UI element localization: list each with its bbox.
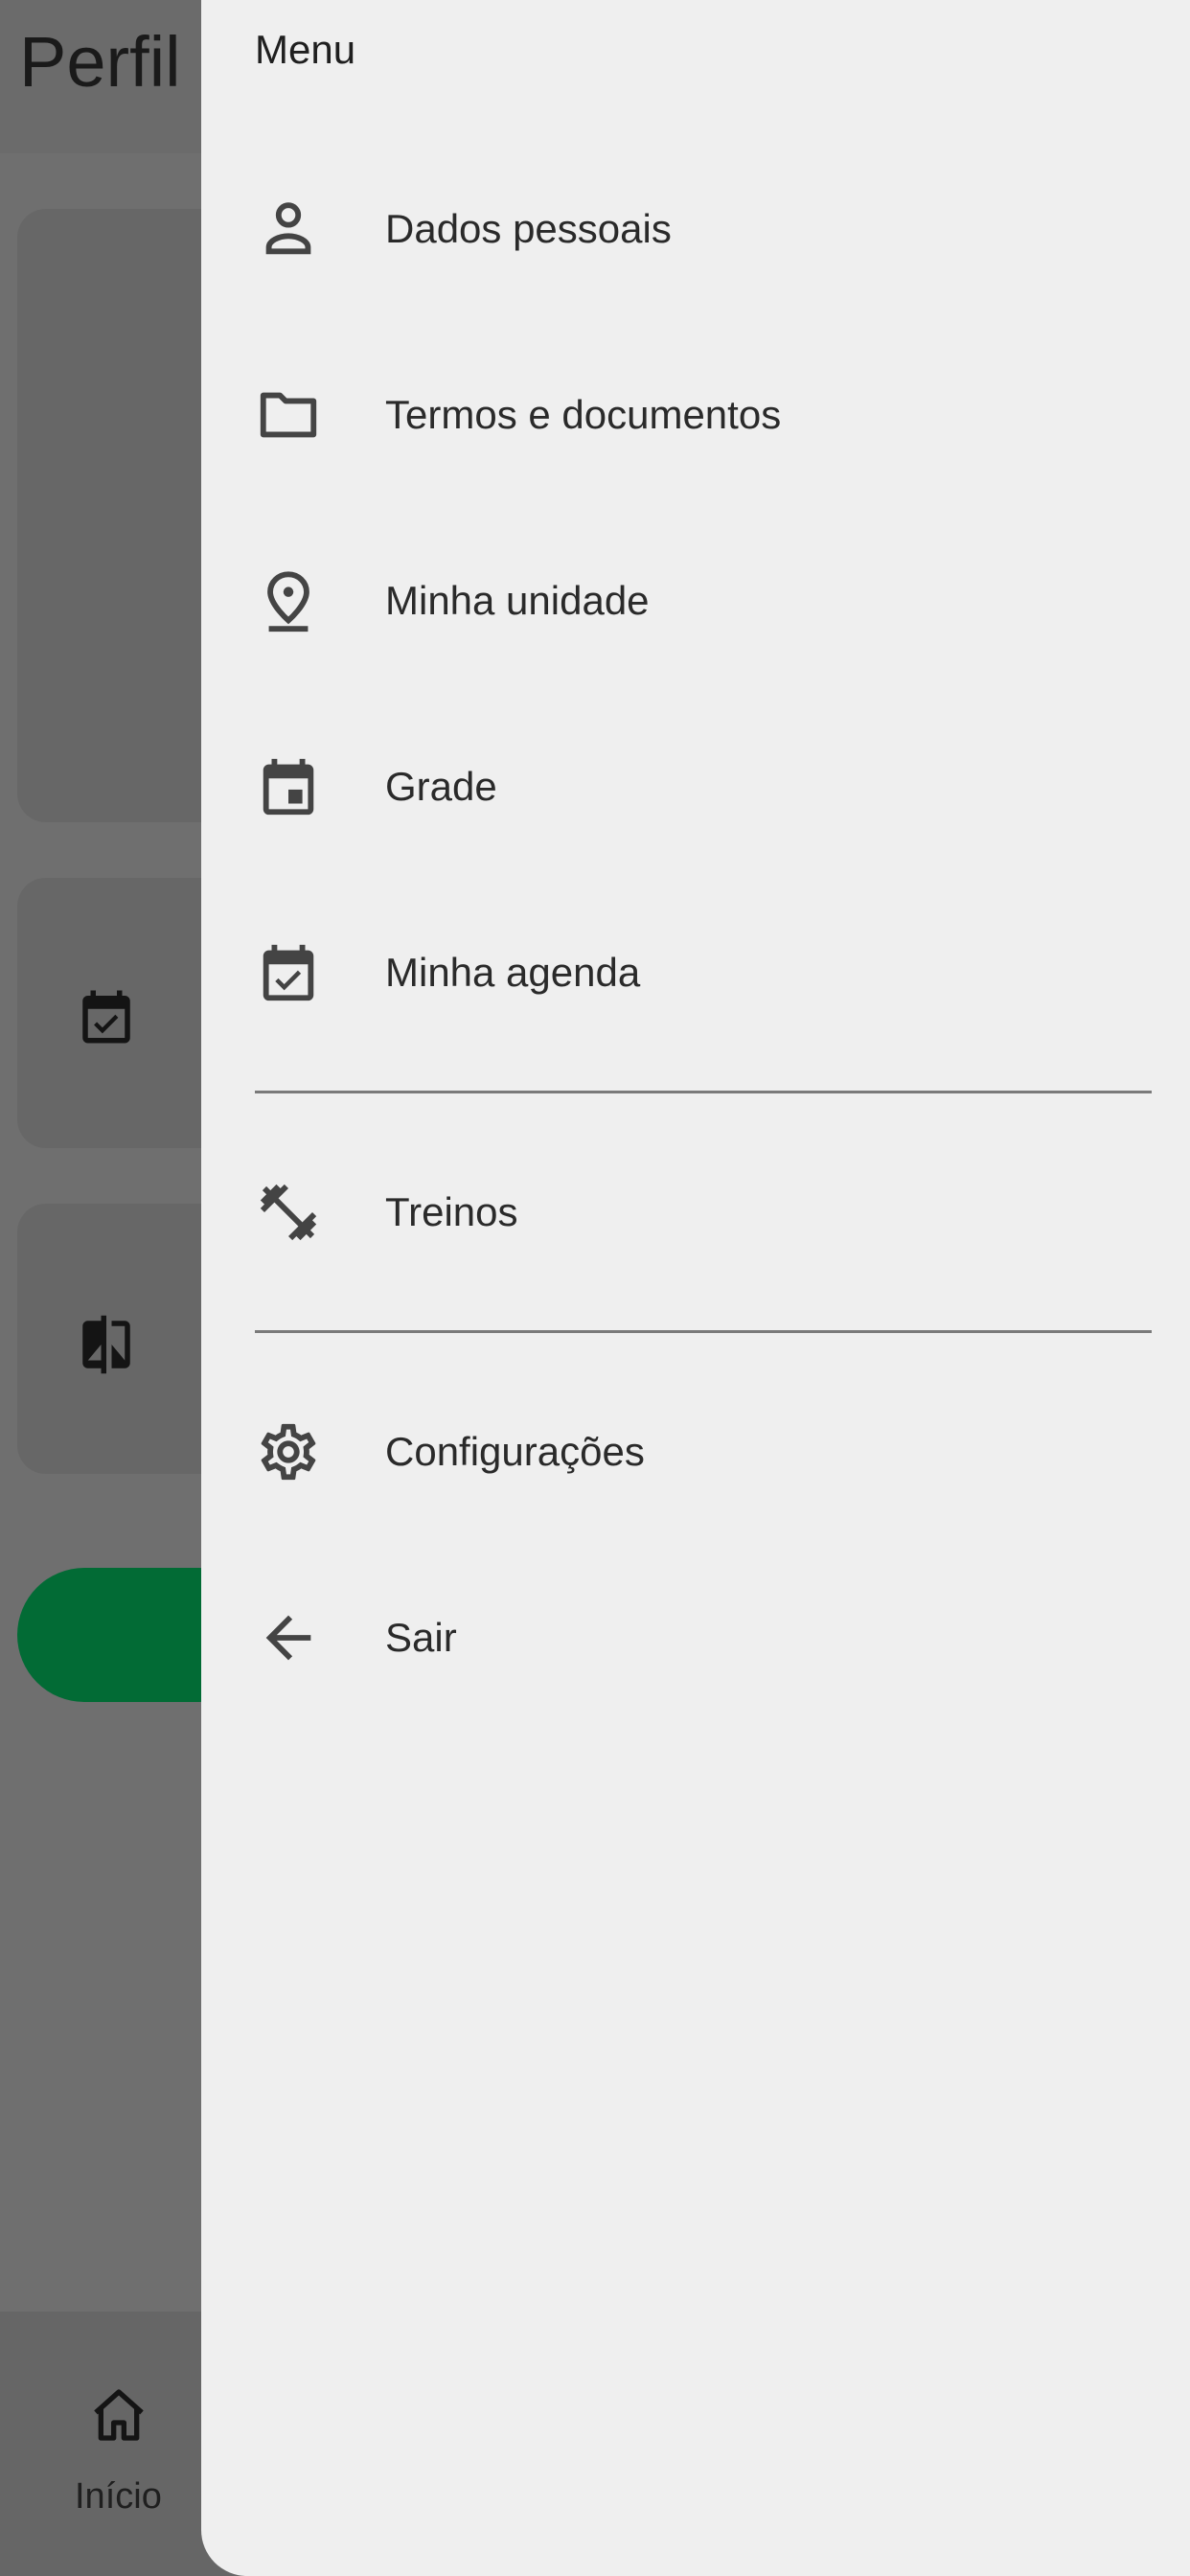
menu-divider — [255, 1091, 1152, 1093]
location-pin-icon — [255, 567, 322, 634]
menu-item-minha-agenda[interactable]: Minha agenda — [201, 901, 1190, 1045]
calendar-icon — [255, 753, 322, 820]
menu-item-configuracoes[interactable]: Configurações — [201, 1380, 1190, 1524]
navigation-drawer: Menu Dados pessoais Termos e documentos … — [201, 0, 1190, 2576]
person-icon — [255, 196, 322, 263]
menu-item-termos-documentos[interactable]: Termos e documentos — [201, 343, 1190, 487]
gear-icon — [255, 1418, 322, 1485]
calendar-check-icon — [82, 990, 130, 1044]
bottom-nav-home-label: Início — [75, 2476, 162, 2517]
menu-item-label: Configurações — [385, 1429, 645, 1474]
menu-divider — [255, 1330, 1152, 1333]
menu-item-treinos[interactable]: Treinos — [201, 1140, 1190, 1284]
menu-item-minha-unidade[interactable]: Minha unidade — [201, 529, 1190, 673]
calendar-check-icon — [255, 939, 322, 1006]
drawer-title: Menu — [255, 27, 356, 72]
menu-item-label: Grade — [385, 764, 497, 809]
menu-item-dados-pessoais[interactable]: Dados pessoais — [201, 157, 1190, 301]
menu-item-grade[interactable]: Grade — [201, 715, 1190, 859]
menu-item-sair[interactable]: Sair — [201, 1566, 1190, 1710]
menu-item-label: Minha agenda — [385, 950, 641, 995]
compare-icon — [82, 1315, 130, 1374]
menu-item-label: Treinos — [385, 1189, 518, 1234]
menu-item-label: Sair — [385, 1615, 457, 1660]
arrow-back-icon — [255, 1604, 322, 1671]
page-title: Perfil — [19, 22, 181, 102]
menu-item-label: Termos e documentos — [385, 392, 782, 437]
menu-item-label: Dados pessoais — [385, 206, 672, 251]
home-icon — [94, 2389, 144, 2441]
menu-item-label: Minha unidade — [385, 578, 650, 623]
dumbbell-icon — [255, 1179, 322, 1246]
folder-icon — [255, 381, 322, 448]
